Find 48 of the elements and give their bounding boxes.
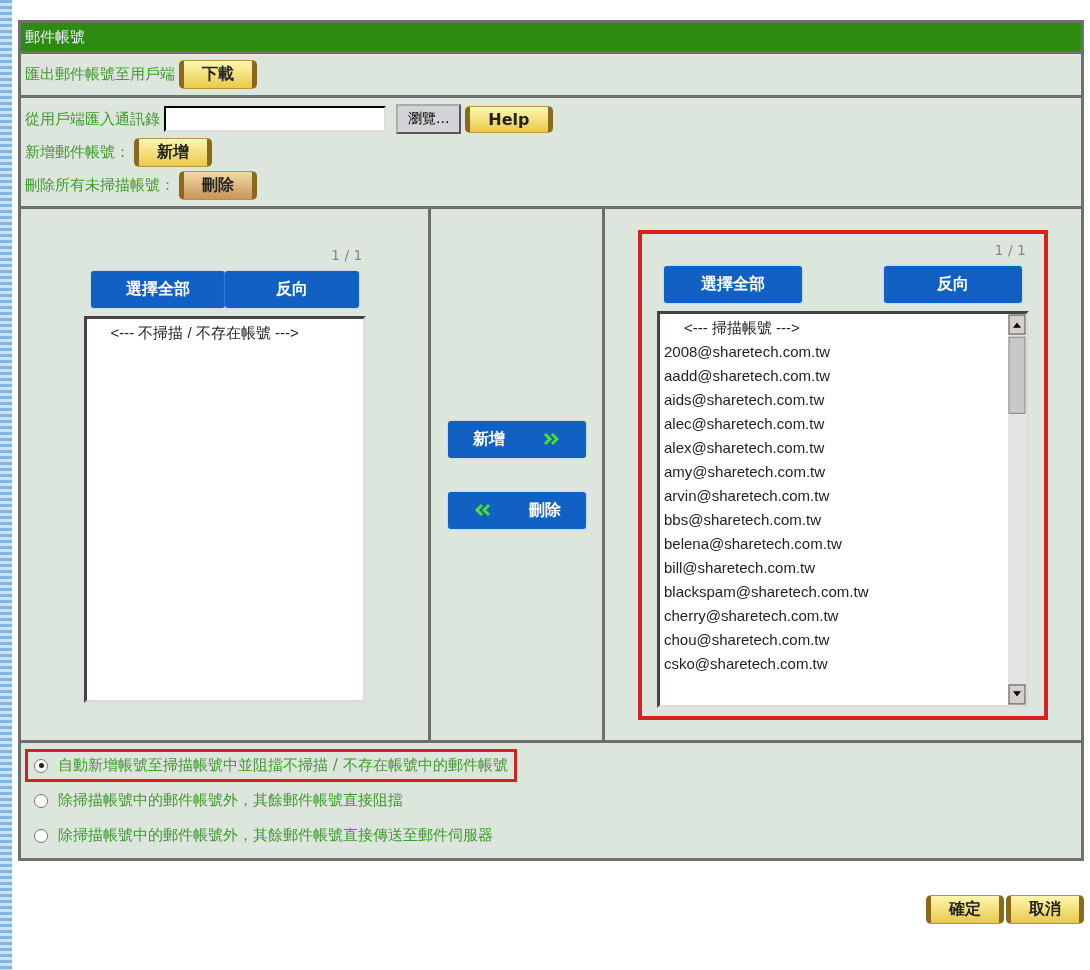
- list-header: <--- 掃描帳號 --->: [683, 317, 801, 338]
- radio-button[interactable]: [34, 828, 48, 843]
- invert-button[interactable]: 反向: [884, 265, 1022, 303]
- option-label: 除掃描帳號中的郵件帳號外，其餘郵件帳號直接阻擋: [58, 791, 403, 810]
- cancel-button[interactable]: 取消: [1006, 895, 1084, 924]
- account-item[interactable]: belena@sharetech.com.tw: [664, 531, 1004, 556]
- account-item[interactable]: bbs@sharetech.com.tw: [664, 507, 1004, 532]
- option-label: 自動新增帳號至掃描帳號中並阻擋不掃描 / 不存在帳號中的郵件帳號: [58, 756, 508, 775]
- button-label: 刪除: [528, 499, 561, 521]
- add-button[interactable]: 新增: [134, 138, 212, 167]
- account-item[interactable]: aadd@sharetech.com.tw: [664, 363, 1004, 388]
- import-label: 從用戶端匯入通訊錄: [25, 109, 160, 129]
- move-right-button[interactable]: 新增: [447, 420, 586, 458]
- scrollbar[interactable]: [1008, 313, 1026, 705]
- page-indicator: 1 / 1: [331, 246, 363, 263]
- account-item[interactable]: alec@sharetech.com.tw: [664, 411, 1004, 436]
- account-item[interactable]: blackspam@sharetech.com.tw: [664, 579, 1004, 604]
- account-listbox[interactable]: [657, 310, 1029, 708]
- radio-button[interactable]: [34, 758, 48, 773]
- account-listbox[interactable]: <--- 不掃描 / 不存在帳號 --->: [83, 315, 366, 703]
- account-item[interactable]: chou@sharetech.com.tw: [664, 627, 1004, 652]
- account-item[interactable]: arvin@sharetech.com.tw: [664, 483, 1004, 508]
- move-left-button[interactable]: 刪除: [447, 491, 586, 529]
- help-button[interactable]: Help: [465, 105, 553, 133]
- browse-button[interactable]: 瀏覽...: [396, 104, 462, 134]
- delete-button[interactable]: 刪除: [179, 171, 257, 200]
- account-item[interactable]: 2008@sharetech.com.tw: [664, 339, 1004, 364]
- confirm-button[interactable]: 確定: [926, 895, 1004, 924]
- account-item[interactable]: aids@sharetech.com.tw: [664, 387, 1004, 412]
- page-indicator: 1 / 1: [994, 241, 1026, 258]
- account-item[interactable]: bill@sharetech.com.tw: [664, 555, 1004, 580]
- select-all-button[interactable]: 選擇全部: [664, 265, 802, 303]
- option-label: 除掃描帳號中的郵件帳號外，其餘郵件帳號直接傳送至郵件伺服器: [58, 826, 493, 845]
- button-label: 新增: [472, 428, 505, 450]
- list-header: <--- 不掃描 / 不存在帳號 --->: [109, 322, 300, 343]
- delete-unscanned-label: 刪除所有未掃描帳號：: [25, 176, 175, 195]
- download-button[interactable]: 下載: [179, 60, 257, 89]
- section-title: 郵件帳號: [21, 23, 1081, 51]
- radio-button[interactable]: [34, 793, 48, 808]
- account-item[interactable]: cherry@sharetech.com.tw: [664, 603, 1004, 628]
- account-item[interactable]: amy@sharetech.com.tw: [664, 459, 1004, 484]
- account-item[interactable]: csko@sharetech.com.tw: [664, 651, 1004, 676]
- account-item[interactable]: alex@sharetech.com.tw: [664, 435, 1004, 460]
- add-account-label: 新增郵件帳號：: [25, 143, 130, 162]
- invert-button[interactable]: 反向: [224, 270, 359, 308]
- select-all-button[interactable]: 選擇全部: [90, 270, 225, 308]
- file-path-field[interactable]: [164, 106, 386, 132]
- export-label: 匯出郵件帳號至用戶端: [25, 65, 175, 84]
